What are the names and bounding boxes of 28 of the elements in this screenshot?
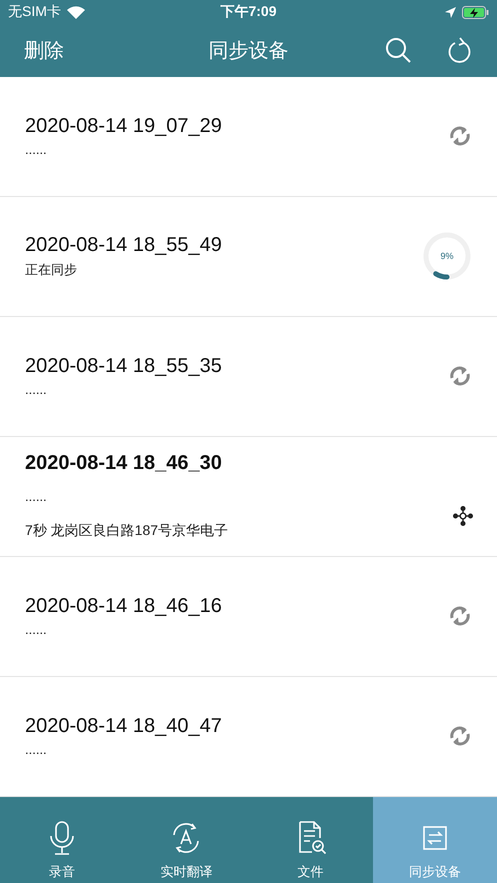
progress-reading: 9% (440, 251, 454, 262)
recording-title: 2020-08-14 19_07_29 (25, 115, 223, 138)
network-icon[interactable] (453, 506, 473, 526)
recording-status: 正在同步 (25, 260, 78, 279)
wifi-icon (66, 6, 85, 18)
battery-icon (462, 6, 489, 18)
status-time: 下午7:09 (220, 3, 277, 21)
recording-status: ...... (25, 489, 48, 504)
recording-status: ...... (25, 622, 48, 638)
location-icon (445, 6, 456, 18)
recording-status: ...... (25, 142, 48, 158)
recording-title: 2020-08-14 18_40_47 (25, 715, 223, 738)
recording-title: 2020-08-14 18_46_30 (25, 452, 223, 476)
recording-title: 2020-08-14 18_55_35 (25, 355, 223, 378)
recording-status: ...... (25, 742, 48, 758)
tab-item[interactable]: 文件 (248, 796, 373, 883)
recording-detail: 7秒 龙岗区良白路187号京华电子 (25, 522, 230, 540)
delete-button[interactable]: 删除 (24, 36, 64, 64)
tab-item[interactable]: 实时翻译 (124, 796, 248, 883)
page-title: 同步设备 (208, 38, 288, 64)
search-icon[interactable] (385, 37, 411, 64)
carrier-text: 无SIM卡 (8, 3, 61, 21)
recording-title: 2020-08-14 18_46_16 (25, 595, 223, 618)
recording-status: ...... (25, 382, 48, 398)
tab-item[interactable]: 录音 (0, 796, 124, 883)
tab-item[interactable]: 同步设备 (372, 796, 497, 883)
refresh-icon[interactable] (447, 36, 473, 64)
recording-title: 2020-08-14 18_55_49 (25, 234, 223, 257)
